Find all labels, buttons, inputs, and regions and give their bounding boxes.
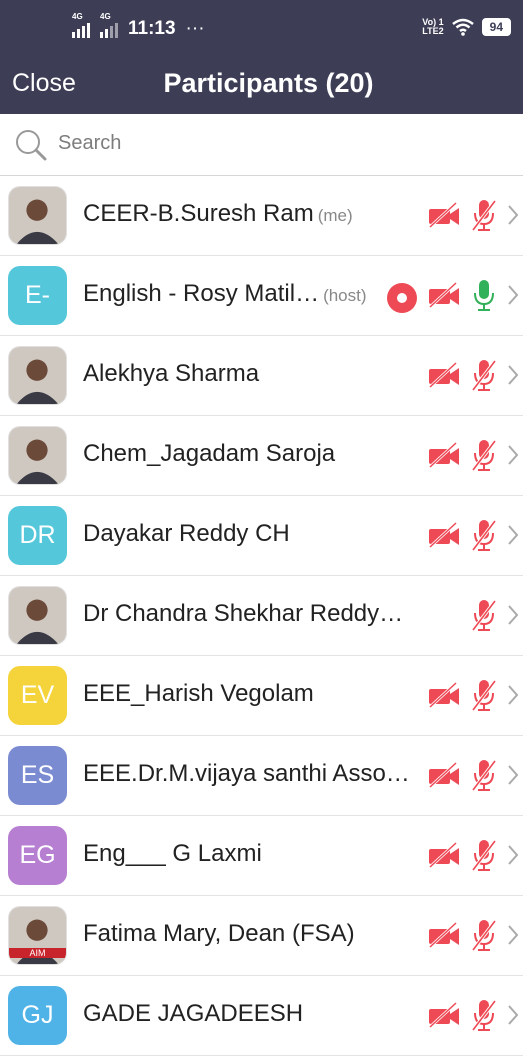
participant-name: Dayakar Reddy CH [83,520,290,547]
participant-status-icons [427,358,497,397]
mic-muted-icon [471,198,497,237]
participant-name: GADE JAGADEESH [83,1000,304,1027]
participant-status-icons [427,758,497,797]
participant-name: Dr Chandra Shekhar Reddy… [83,600,404,627]
participant-name: Alekhya Sharma [83,360,260,387]
participant-tag: (host) [323,286,367,305]
status-bar: 4G 4G 11:13 ··· Vo) 1 LTE2 94 [0,0,523,56]
participant-status-icons [427,838,497,877]
avatar-initials: EV [8,666,67,725]
participant-name: Chem_Jagadam Saroja [83,440,336,467]
volte-indicator: Vo) 1 LTE2 [422,17,444,36]
status-more: ··· [185,18,205,39]
avatar-photo [8,346,67,405]
avatar-initials: GJ [8,986,67,1045]
status-time: 11:13 [128,18,176,39]
chevron-right-icon[interactable] [507,1004,519,1026]
mic-muted-icon [471,438,497,477]
video-off-icon [427,921,461,953]
chevron-right-icon[interactable] [507,844,519,866]
chevron-right-icon[interactable] [507,524,519,546]
status-left: 4G 4G 11:13 ··· [72,12,205,40]
avatar-photo [8,426,67,485]
search-input[interactable] [56,131,500,156]
mic-muted-icon [471,598,497,637]
signal-1-icon: 4G [72,12,90,38]
participant-name: Fatima Mary, Dean (FSA) [83,920,355,947]
avatar-initials: EG [8,826,67,885]
participant-name: English - Rosy Matil… (host) [83,280,367,307]
participant-row[interactable]: E- English - Rosy Matil… (host) [0,256,523,336]
participant-status-icons [427,918,497,957]
participant-row[interactable]: Dr Chandra Shekhar Reddy… [0,576,523,656]
video-off-icon [427,761,461,793]
participant-row[interactable]: EG Eng___ G Laxmi [0,816,523,896]
mic-muted-icon [471,998,497,1037]
status-right: Vo) 1 LTE2 94 [422,18,511,36]
participant-name: Eng___ G Laxmi [83,840,262,867]
avatar-photo: AIM [8,906,67,965]
participant-name: CEER-B.Suresh Ram (me) [83,200,353,227]
participant-row[interactable]: AIM Fatima Mary, Dean (FSA) [0,896,523,976]
search-icon [16,130,47,161]
participant-row[interactable]: Chem_Jagadam Saroja [0,416,523,496]
participant-row[interactable]: EV EEE_Harish Vegolam [0,656,523,736]
participant-name: EEE_Harish Vegolam [83,680,314,707]
avatar-photo [8,586,67,645]
video-off-icon [427,441,461,473]
video-off-icon [427,841,461,873]
video-off-icon [427,361,461,393]
avatar-initials: E- [8,266,67,325]
recording-icon [387,282,417,313]
chevron-right-icon[interactable] [507,444,519,466]
participant-status-icons [427,438,497,477]
chevron-right-icon[interactable] [507,204,519,226]
participant-status-icons [387,278,497,317]
page-title: Participants (20) [163,68,374,98]
mic-muted-icon [471,518,497,557]
chevron-right-icon[interactable] [507,684,519,706]
mic-muted-icon [471,838,497,877]
participant-status-icons [427,198,497,237]
video-off-icon [427,201,461,233]
mic-muted-icon [471,758,497,797]
participant-row[interactable]: GJ GADE JAGADEESH [0,976,523,1056]
participant-list: CEER-B.Suresh Ram (me) E- English - Rosy Ma… [0,176,523,1056]
avatar-initials: DR [8,506,67,565]
video-off-icon [427,281,461,313]
video-off-icon [427,521,461,553]
video-off-icon [427,1001,461,1033]
mic-muted-icon [471,678,497,717]
chevron-right-icon[interactable] [507,924,519,946]
participant-status-icons [427,998,497,1037]
mic-on-icon [471,278,497,317]
participant-row[interactable]: CEER-B.Suresh Ram (me) [0,176,523,256]
participant-status-icons [427,518,497,557]
participant-status-icons [471,598,497,637]
search-bar [0,114,523,176]
participant-row[interactable]: Alekhya Sharma [0,336,523,416]
chevron-right-icon[interactable] [507,764,519,786]
chevron-right-icon[interactable] [507,604,519,626]
avatar-photo [8,186,67,245]
mic-muted-icon [471,358,497,397]
app-header: Close Participants (20) [0,56,523,114]
chevron-right-icon[interactable] [507,284,519,306]
wifi-icon [451,18,474,36]
participant-tag: (me) [317,206,353,225]
video-off-icon [427,681,461,713]
participant-row[interactable]: ES EEE.Dr.M.vijaya santhi Asso… [0,736,523,816]
signal-2-icon: 4G [100,12,118,38]
mic-muted-icon [471,918,497,957]
participant-row[interactable]: DR Dayakar Reddy CH [0,496,523,576]
avatar-initials: ES [8,746,67,805]
battery-icon: 94 [481,18,511,36]
chevron-right-icon[interactable] [507,364,519,386]
participant-name: EEE.Dr.M.vijaya santhi Asso… [83,760,410,787]
participant-status-icons [427,678,497,717]
